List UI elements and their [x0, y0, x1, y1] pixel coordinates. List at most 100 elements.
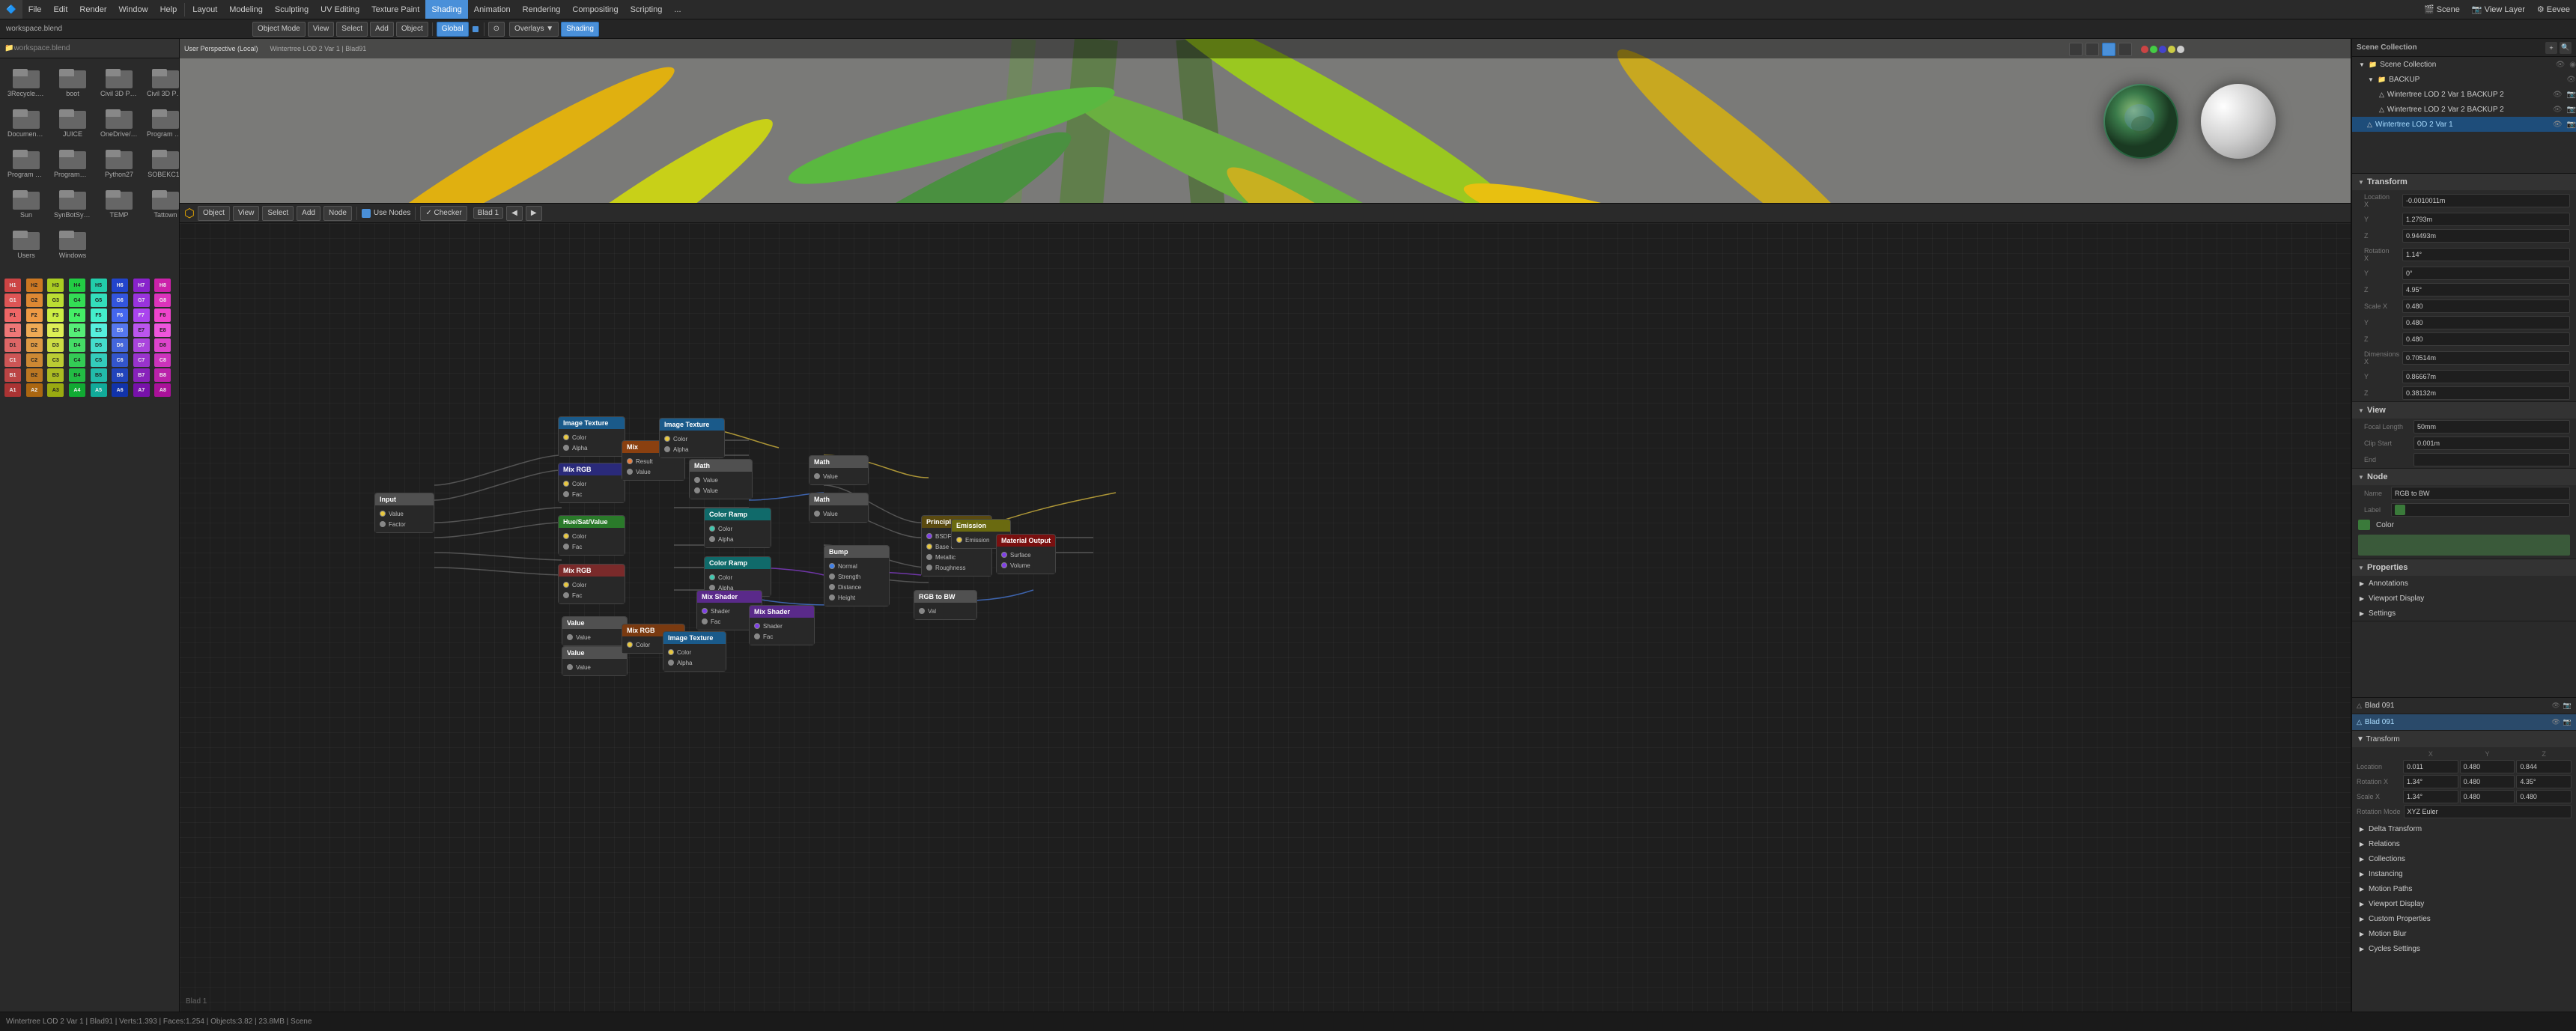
color-swatch-G7[interactable]: G7	[133, 294, 150, 307]
color-swatch-A7[interactable]: A7	[133, 383, 150, 397]
color-swatch-F6[interactable]: F6	[112, 308, 128, 322]
file-item[interactable]: Civil 3D Props.	[97, 63, 141, 100]
render-icon-wt1[interactable]: 📷	[2567, 91, 2576, 99]
section-item-relations[interactable]: ▶Relations	[2352, 836, 2576, 851]
transform-section-header[interactable]: ▼ Transform	[2352, 174, 2576, 190]
menu-texture-paint[interactable]: Texture Paint	[365, 0, 425, 19]
menu-more[interactable]: ...	[668, 0, 687, 19]
color-swatch-B4[interactable]: B4	[69, 368, 85, 382]
btn-node-add[interactable]: Add	[297, 206, 321, 221]
file-item[interactable]: 3Recycle.Bin	[4, 63, 48, 100]
color-swatch-D8[interactable]: D8	[154, 338, 171, 352]
shade-wire-btn[interactable]	[2069, 43, 2083, 56]
color-swatch-C2[interactable]: C2	[26, 353, 43, 367]
file-item[interactable]: ProgramData	[51, 144, 94, 181]
color-swatch-G5[interactable]: G5	[91, 294, 107, 307]
file-item[interactable]: Windows	[51, 225, 94, 262]
color-swatch-E6[interactable]: E6	[112, 323, 128, 337]
color-swatch-G3[interactable]: G3	[47, 294, 64, 307]
collection-item-scene[interactable]: ▼ 📁 Scene Collection 👁 ◉	[2352, 57, 2576, 72]
obj-item-blad091-2[interactable]: △ Blad 091 👁 📷	[2352, 714, 2576, 731]
menu-animation[interactable]: Animation	[468, 0, 517, 19]
rot-x-input[interactable]: 1.34°	[2403, 775, 2458, 788]
file-item[interactable]: OneDrive/Temp	[97, 103, 141, 141]
color-swatch-D2[interactable]: D2	[26, 338, 43, 352]
color-swatch-G6[interactable]: G6	[112, 294, 128, 307]
rotation-x-field[interactable]: 1.14°	[2402, 248, 2570, 261]
file-item[interactable]: Python27	[97, 144, 141, 181]
file-item[interactable]: Users	[4, 225, 48, 262]
node-mix-1[interactable]: Mix RGB Color Fac	[558, 463, 625, 503]
camera-icon-scene[interactable]: ◉	[2569, 61, 2576, 69]
btn-add[interactable]: Add	[370, 22, 394, 37]
obj-eye-1[interactable]: 👁	[2551, 702, 2560, 710]
color-swatch-F7[interactable]: F7	[133, 308, 150, 322]
obj-cam-2[interactable]: 📷	[2563, 718, 2572, 726]
location-x-field[interactable]: -0.0010011m	[2402, 194, 2570, 207]
item-annotations[interactable]: ▶ Annotations	[2352, 576, 2576, 591]
eye-icon-wt2[interactable]: 👁	[2553, 106, 2563, 114]
color-swatch-B3[interactable]: B3	[47, 368, 64, 382]
file-item[interactable]: SynBotSyNo.	[51, 184, 94, 222]
eye-icon-backup[interactable]: 👁	[2566, 76, 2576, 84]
btn-new-collection[interactable]: +	[2545, 42, 2557, 54]
color-swatch-A4[interactable]: A4	[69, 383, 85, 397]
btn-filter-collection[interactable]: 🔍	[2560, 42, 2572, 54]
node-name-field[interactable]: RGB to BW	[2391, 487, 2570, 500]
rotation-z-field[interactable]: 4.95°	[2402, 283, 2570, 296]
btn-node-slot-nav-r[interactable]: ▶	[526, 206, 542, 221]
render-icon-var1[interactable]: 📷	[2567, 121, 2576, 129]
node-right-2[interactable]: Math Value	[809, 493, 869, 523]
loc-y-input[interactable]: 0.480	[2460, 760, 2515, 773]
use-nodes-checkbox[interactable]	[362, 209, 371, 218]
menu-shading[interactable]: Shading	[425, 0, 467, 19]
location-y-field[interactable]: 1.2793m	[2402, 213, 2570, 226]
color-swatch-C4[interactable]: C4	[69, 353, 85, 367]
rotation-y-field[interactable]: 0°	[2402, 267, 2570, 280]
menu-render[interactable]: Render	[73, 0, 112, 19]
color-swatch-B2[interactable]: B2	[26, 368, 43, 382]
menu-window[interactable]: Window	[112, 0, 154, 19]
color-swatch-F8[interactable]: F8	[154, 308, 171, 322]
color-swatch-B7[interactable]: B7	[133, 368, 150, 382]
section-item-motion-blur[interactable]: ▶Motion Blur	[2352, 926, 2576, 941]
btn-node-select[interactable]: Select	[262, 206, 294, 221]
section-item-custom-properties[interactable]: ▶Custom Properties	[2352, 911, 2576, 926]
node-right-1[interactable]: Math Value	[809, 455, 869, 485]
dim-x-field[interactable]: 0.70514m	[2402, 351, 2570, 365]
node-rgb-to-bw[interactable]: RGB to BW Val	[914, 590, 977, 620]
eye-icon-var1[interactable]: 👁	[2553, 121, 2563, 129]
obj-eye-2[interactable]: 👁	[2551, 718, 2560, 726]
file-item[interactable]: Program Files	[144, 103, 180, 141]
node-math-1[interactable]: Math Value Value	[689, 459, 753, 499]
clip-end-field[interactable]	[2414, 453, 2570, 466]
btn-overlays[interactable]: Overlays ▼	[509, 22, 559, 37]
eye-icon-wt1[interactable]: 👁	[2553, 91, 2563, 99]
color-swatch-A6[interactable]: A6	[112, 383, 128, 397]
color-swatch-D7[interactable]: D7	[133, 338, 150, 352]
color-swatch-C1[interactable]: C1	[4, 353, 21, 367]
node-rgb-mix[interactable]: Mix RGB Color Fac	[558, 564, 625, 604]
color-swatch-C8[interactable]: C8	[154, 353, 171, 367]
color-swatch-H5[interactable]: H5	[91, 279, 107, 292]
node-bottom-1[interactable]: Value Value	[562, 616, 628, 646]
color-swatch-A2[interactable]: A2	[26, 383, 43, 397]
node-editor[interactable]: ⬡ Object View Select Add Node Use Nodes …	[180, 204, 2351, 1012]
node-bottom-2[interactable]: Value Value	[562, 646, 628, 676]
rot-y-input[interactable]: 0.480	[2460, 775, 2515, 788]
color-swatch-P1[interactable]: P1	[4, 308, 21, 322]
node-label-color-swatch[interactable]	[2395, 505, 2405, 515]
collection-item-wintertree-var1[interactable]: △ Wintertree LOD 2 Var 1 👁 📷	[2352, 117, 2576, 132]
menu-uv-editing[interactable]: UV Editing	[315, 0, 365, 19]
node-color-preview[interactable]	[2358, 535, 2570, 556]
btn-checker[interactable]: ✓ Checker	[420, 206, 467, 221]
location-z-field[interactable]: 0.94493m	[2402, 229, 2570, 243]
properties-section-header[interactable]: ▼ Properties	[2352, 559, 2576, 576]
btn-select[interactable]: Select	[336, 22, 368, 37]
rot-z-input[interactable]: 4.35°	[2516, 775, 2572, 788]
color-swatch-G2[interactable]: G2	[26, 294, 43, 307]
section-item-instancing[interactable]: ▶Instancing	[2352, 866, 2576, 881]
menu-compositing[interactable]: Compositing	[566, 0, 624, 19]
menu-modeling[interactable]: Modeling	[223, 0, 269, 19]
file-item[interactable]: SOBEKC12	[144, 144, 180, 181]
